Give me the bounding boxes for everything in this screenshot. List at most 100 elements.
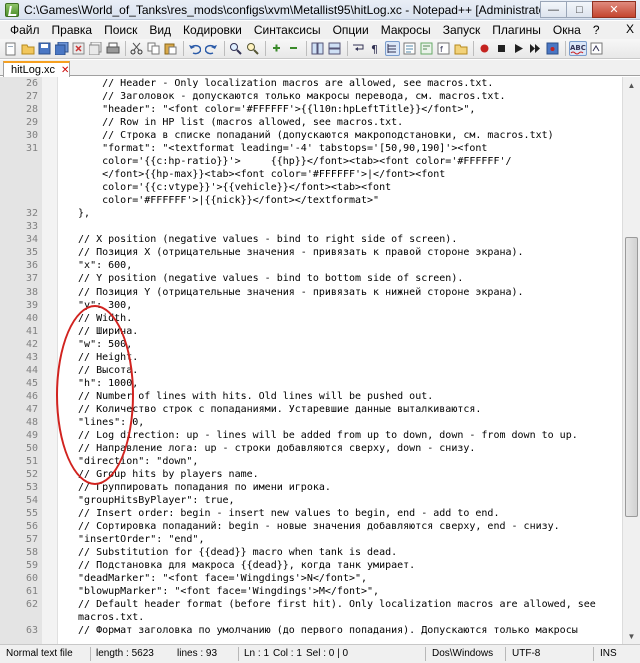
line-text[interactable]: // Строка в списке попаданий (допускаютс… xyxy=(66,129,554,142)
line-text[interactable]: "h": 1000, xyxy=(66,377,138,390)
vertical-scrollbar[interactable]: ▲ ▼ xyxy=(622,77,640,644)
line-text[interactable]: // Log direction: up - lines will be add… xyxy=(66,429,578,442)
zoom-out-icon[interactable] xyxy=(286,41,301,56)
menu-file[interactable]: Файл xyxy=(4,23,46,37)
close-all-icon[interactable] xyxy=(88,41,103,56)
code-line[interactable]: 58 // Substitution for {{dead}} macro wh… xyxy=(0,546,622,559)
line-text[interactable]: "insertOrder": "end", xyxy=(66,533,204,546)
code-line[interactable]: 57 "insertOrder": "end", xyxy=(0,533,622,546)
line-text[interactable]: // Default header format (before first h… xyxy=(66,598,596,611)
code-line[interactable]: 28 "header": "<font color='#FFFFFF'>{{l1… xyxy=(0,103,622,116)
code-line[interactable]: 40 // Width. xyxy=(0,312,622,325)
code-line[interactable]: 37 // Y position (negative values - bind… xyxy=(0,272,622,285)
code-line[interactable]: color='{{c:hp-ratio}}'> {{hp}}</font><ta… xyxy=(0,155,622,168)
folder-workspace-icon[interactable] xyxy=(453,41,468,56)
close-icon[interactable] xyxy=(71,41,86,56)
line-text[interactable]: // Количество строк с попаданиями. Устар… xyxy=(66,403,481,416)
code-line[interactable]: 49 // Log direction: up - lines will be … xyxy=(0,429,622,442)
minimize-button[interactable]: — xyxy=(540,1,567,18)
code-line[interactable]: 35 // Позиция X (отрицательные значения … xyxy=(0,246,622,259)
paste-icon[interactable] xyxy=(163,41,178,56)
code-line[interactable]: 50 // Направление лога: up - строки доба… xyxy=(0,442,622,455)
record-macro-icon[interactable] xyxy=(477,41,492,56)
line-text[interactable]: // Number of lines with hits. Old lines … xyxy=(66,390,433,403)
line-text[interactable]: // Ширина. xyxy=(66,325,138,338)
line-text[interactable]: // Insert order: begin - insert new valu… xyxy=(66,507,499,520)
menu-help[interactable]: ? xyxy=(587,23,606,37)
code-line[interactable]: 61 "blowupMarker": "<font face='Wingding… xyxy=(0,585,622,598)
line-text[interactable]: </font>{{hp-max}}<tab><font color='#FFFF… xyxy=(66,168,445,181)
save-macro-icon[interactable] xyxy=(545,41,560,56)
tab-close-icon[interactable]: ✕ xyxy=(61,65,69,76)
line-text[interactable]: "groupHitsByPlayer": true, xyxy=(66,494,235,507)
code-line[interactable]: 48 "lines": 0, xyxy=(0,416,622,429)
code-line[interactable]: 44 // Высота. xyxy=(0,364,622,377)
code-line[interactable]: 31 "format": "<textformat leading='-4' t… xyxy=(0,142,622,155)
menu-view[interactable]: Вид xyxy=(143,23,177,37)
menu-settings[interactable]: Опции xyxy=(327,23,375,37)
all-chars-icon[interactable]: ¶ xyxy=(368,41,383,56)
line-text[interactable]: // Подстановка для макроса {{dead}}, ког… xyxy=(66,559,415,572)
wrap-icon[interactable] xyxy=(351,41,366,56)
close-window-button[interactable]: ✕ xyxy=(592,1,636,18)
line-text[interactable]: "y": 300, xyxy=(66,299,132,312)
menu-edit[interactable]: Правка xyxy=(46,23,99,37)
line-text[interactable]: color='#FFFFFF'>|{{nick}}</font></textfo… xyxy=(66,194,379,207)
line-text[interactable]: macros.txt. xyxy=(66,611,144,624)
code-line[interactable]: 39 "y": 300, xyxy=(0,299,622,312)
line-text[interactable]: // Позиция X (отрицательные значения - п… xyxy=(66,246,524,259)
print-icon[interactable] xyxy=(105,41,120,56)
code-line[interactable]: 34 // X position (negative values - bind… xyxy=(0,233,622,246)
code-line[interactable]: 63 // Формат заголовка по умолчанию (до … xyxy=(0,624,622,637)
title-bar[interactable]: C:\Games\World_of_Tanks\res_mods\configs… xyxy=(0,0,640,20)
line-text[interactable]: // X position (negative values - bind to… xyxy=(66,233,457,246)
cut-icon[interactable] xyxy=(129,41,144,56)
open-file-icon[interactable] xyxy=(20,41,35,56)
line-text[interactable]: "format": "<textformat leading='-4' tabs… xyxy=(66,142,487,155)
close-document-button[interactable]: X xyxy=(626,22,634,36)
code-line[interactable]: 56 // Сортировка попаданий: begin - новы… xyxy=(0,520,622,533)
line-text[interactable]: color='{{c:vtype}}'>{{vehicle}}</font><t… xyxy=(66,181,391,194)
spellcheck-next-icon[interactable] xyxy=(589,41,604,56)
line-text[interactable]: // Header - Only localization macros are… xyxy=(66,77,493,90)
line-text[interactable]: // Y position (negative values - bind to… xyxy=(66,272,463,285)
code-line[interactable]: 32 }, xyxy=(0,207,622,220)
line-text[interactable]: "direction": "down", xyxy=(66,455,198,468)
line-text[interactable]: // Заголовок - допускаются только макрос… xyxy=(66,90,505,103)
line-text[interactable]: // Substitution for {{dead}} macro when … xyxy=(66,546,397,559)
line-text[interactable]: // Height. xyxy=(66,351,138,364)
code-line[interactable]: 33 xyxy=(0,220,622,233)
run-macro-multiple-icon[interactable] xyxy=(528,41,543,56)
scrollbar-thumb[interactable] xyxy=(625,237,638,517)
find-icon[interactable] xyxy=(228,41,243,56)
code-line[interactable]: 53 // Группировать попадания по имени иг… xyxy=(0,481,622,494)
menu-run[interactable]: Запуск xyxy=(437,23,487,37)
code-line[interactable]: 59 // Подстановка для макроса {{dead}}, … xyxy=(0,559,622,572)
code-line[interactable]: 38 // Позиция Y (отрицательные значения … xyxy=(0,286,622,299)
line-text[interactable]: "header": "<font color='#FFFFFF'>{{l10n:… xyxy=(66,103,475,116)
save-all-icon[interactable] xyxy=(54,41,69,56)
code-line[interactable]: </font>{{hp-max}}<tab><font color='#FFFF… xyxy=(0,168,622,181)
replace-icon[interactable] xyxy=(245,41,260,56)
line-text[interactable]: // Позиция Y (отрицательные значения - п… xyxy=(66,286,524,299)
line-text[interactable]: "x": 600, xyxy=(66,259,132,272)
menu-macro[interactable]: Макросы xyxy=(375,23,437,37)
menu-window[interactable]: Окна xyxy=(547,23,587,37)
line-text[interactable]: "deadMarker": "<font face='Wingdings'>N<… xyxy=(66,572,367,585)
zoom-in-icon[interactable] xyxy=(269,41,284,56)
scroll-down-arrow-icon[interactable]: ▼ xyxy=(623,628,640,644)
code-line[interactable]: color='{{c:vtype}}'>{{vehicle}}</font><t… xyxy=(0,181,622,194)
menu-encoding[interactable]: Кодировки xyxy=(177,23,248,37)
code-line[interactable]: 42 "w": 500, xyxy=(0,338,622,351)
code-line[interactable]: color='#FFFFFF'>|{{nick}}</font></textfo… xyxy=(0,194,622,207)
code-line[interactable]: 30 // Строка в списке попаданий (допуска… xyxy=(0,129,622,142)
line-text[interactable]: // Width. xyxy=(66,312,132,325)
line-text[interactable]: // Группировать попадания по имени игрок… xyxy=(66,481,331,494)
undo-icon[interactable] xyxy=(187,41,202,56)
code-line[interactable]: 60 "deadMarker": "<font face='Wingdings'… xyxy=(0,572,622,585)
code-line[interactable]: 47 // Количество строк с попаданиями. Ус… xyxy=(0,403,622,416)
menu-language[interactable]: Синтаксисы xyxy=(248,23,327,37)
code-line[interactable]: 26 // Header - Only localization macros … xyxy=(0,77,622,90)
code-line[interactable]: 51 "direction": "down", xyxy=(0,455,622,468)
code-line[interactable]: 54 "groupHitsByPlayer": true, xyxy=(0,494,622,507)
